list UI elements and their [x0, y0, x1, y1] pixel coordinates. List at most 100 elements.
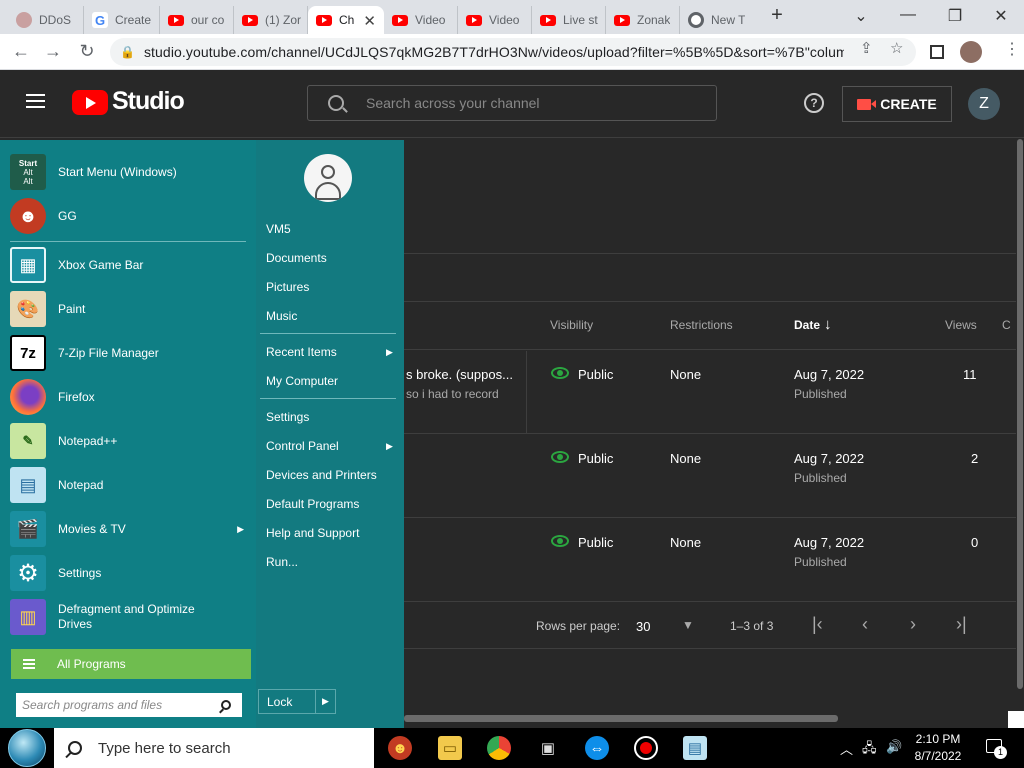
program-settings[interactable]: ⚙ Settings	[10, 551, 250, 595]
user-picture-icon[interactable]	[304, 154, 352, 202]
hamburger-menu-icon[interactable]	[26, 94, 45, 108]
avatar[interactable]: Z	[968, 88, 1000, 120]
gg-smiley-icon[interactable]: ☻	[388, 736, 412, 760]
profile-avatar-icon[interactable]	[960, 41, 982, 63]
program-defragment[interactable]: ▥ Defragment and Optimize Drives	[10, 595, 250, 639]
place-my-computer[interactable]: My Computer	[266, 374, 338, 388]
place-devices-printers[interactable]: Devices and Printers	[266, 468, 377, 482]
column-header-date[interactable]: Date	[794, 318, 820, 332]
vertical-scrollbar[interactable]	[1016, 139, 1024, 729]
program-firefox[interactable]: Firefox	[10, 375, 250, 419]
browser-tab[interactable]: our co	[160, 6, 234, 34]
start-orb-icon[interactable]	[8, 729, 46, 767]
column-header-restrictions[interactable]: Restrictions	[670, 318, 733, 332]
help-icon[interactable]: ?	[804, 93, 824, 113]
visibility-value[interactable]: Public	[578, 367, 613, 382]
channel-search-input[interactable]	[366, 95, 696, 111]
next-page-icon[interactable]: ›	[910, 614, 916, 635]
channel-search-box[interactable]	[307, 85, 717, 121]
chrome-menu-icon[interactable]: ⋮	[1004, 39, 1020, 59]
reload-icon[interactable]: ↻	[76, 41, 98, 62]
notepad-icon[interactable]: ▤	[683, 736, 707, 760]
place-recent-items[interactable]: Recent Items ▶	[266, 345, 393, 359]
side-panel-icon[interactable]	[930, 45, 944, 59]
date-value: Aug 7, 2022	[794, 367, 865, 382]
browser-tab[interactable]: Video	[458, 6, 532, 34]
browser-tab[interactable]: Video	[384, 6, 458, 34]
place-run[interactable]: Run...	[266, 555, 298, 569]
url-field[interactable]: 🔒 studio.youtube.com/channel/UCdJLQS7qkM…	[110, 38, 916, 66]
visibility-value[interactable]: Public	[578, 535, 613, 550]
restrictions-value: None	[670, 451, 702, 466]
browser-tab[interactable]: Zonak	[606, 6, 680, 34]
volume-icon[interactable]: 🔊	[886, 739, 902, 755]
program-gg[interactable]: ☻ GG	[10, 194, 250, 238]
new-tab-button[interactable]: +	[762, 4, 792, 27]
browser-tab[interactable]: Live st	[532, 6, 606, 34]
taskbar-search-input[interactable]	[98, 739, 358, 757]
program-xbox-game-bar[interactable]: ▦ Xbox Game Bar	[10, 243, 250, 287]
place-default-programs[interactable]: Default Programs	[266, 497, 359, 511]
restore-icon[interactable]: ❐	[940, 6, 970, 26]
rows-per-page-select[interactable]: 30	[636, 619, 650, 634]
teamviewer-icon[interactable]: ⇔	[585, 736, 609, 760]
show-hidden-icons-icon[interactable]: ︿	[840, 739, 853, 758]
column-header-comments[interactable]: C	[1002, 318, 1011, 332]
taskbar-search-box[interactable]	[54, 728, 374, 768]
chrome-icon[interactable]	[487, 736, 511, 760]
program-notepad-plus-plus[interactable]: ✎ Notepad++	[10, 419, 250, 463]
browser-tab[interactable]: (1) Zor	[234, 6, 308, 34]
studio-logo-text[interactable]: Studio	[112, 87, 185, 116]
obs-record-icon[interactable]	[634, 736, 658, 760]
first-page-icon[interactable]: |‹	[812, 614, 823, 635]
program-7zip[interactable]: 7z 7-Zip File Manager	[10, 331, 250, 375]
back-arrow-icon[interactable]: ←	[10, 41, 32, 62]
browser-tab[interactable]: G Create	[84, 6, 160, 34]
program-movies-tv[interactable]: 🎬 Movies & TV ▶	[10, 507, 250, 551]
all-programs-button[interactable]: All Programs	[11, 649, 251, 679]
youtube-logo-icon[interactable]	[72, 90, 108, 115]
visibility-value[interactable]: Public	[578, 451, 613, 466]
column-header-visibility[interactable]: Visibility	[550, 318, 593, 332]
column-header-views[interactable]: Views	[945, 318, 977, 332]
last-page-icon[interactable]: ›|	[956, 614, 967, 635]
tab-search-icon[interactable]: ⌄	[846, 6, 876, 26]
shutdown-options-arrow-icon[interactable]: ▶	[315, 690, 335, 713]
program-start-menu[interactable]: Start Alt Alt Start Menu (Windows)	[10, 150, 250, 194]
youtube-favicon-icon	[540, 14, 556, 26]
place-control-panel[interactable]: Control Panel ▶	[266, 439, 393, 453]
create-button[interactable]: CREATE	[842, 86, 952, 122]
lock-icon[interactable]: 🔒	[120, 45, 135, 59]
network-icon[interactable]: 🖧	[862, 739, 877, 761]
virtualbox-icon[interactable]: ▣	[536, 736, 560, 760]
program-notepad[interactable]: ▤ Notepad	[10, 463, 250, 507]
place-vm5[interactable]: VM5	[266, 222, 291, 236]
minimize-icon[interactable]: —	[893, 6, 923, 24]
video-title[interactable]: s broke. (suppos...	[406, 367, 513, 382]
start-search-input[interactable]	[22, 698, 217, 712]
horizontal-scrollbar[interactable]	[404, 715, 838, 722]
forward-arrow-icon[interactable]: →	[42, 41, 64, 62]
close-tab-icon[interactable]: ✕	[363, 12, 376, 30]
browser-tab[interactable]: DDoS	[8, 6, 84, 34]
program-paint[interactable]: 🎨 Paint	[10, 287, 250, 331]
place-music[interactable]: Music	[266, 309, 297, 323]
file-explorer-icon[interactable]: ▭	[438, 736, 462, 760]
place-pictures[interactable]: Pictures	[266, 280, 309, 294]
dropdown-arrow-icon[interactable]: ▼	[682, 618, 694, 632]
scrollbar-thumb[interactable]	[1017, 139, 1023, 689]
search-icon[interactable]	[221, 700, 231, 710]
close-window-icon[interactable]: ✕	[986, 6, 1016, 26]
previous-page-icon[interactable]: ‹	[862, 614, 868, 635]
start-search-box[interactable]	[16, 693, 242, 717]
browser-tab-active[interactable]: Ch ✕	[308, 6, 384, 34]
sort-arrow-icon[interactable]: ↓	[824, 316, 832, 333]
browser-tab[interactable]: New T	[680, 6, 754, 34]
place-settings[interactable]: Settings	[266, 410, 309, 424]
bookmark-star-icon[interactable]: ☆	[890, 39, 903, 57]
system-clock[interactable]: 2:10 PM 8/7/2022	[912, 731, 964, 765]
lock-button[interactable]: Lock ▶	[258, 689, 336, 714]
place-documents[interactable]: Documents	[266, 251, 327, 265]
place-help-support[interactable]: Help and Support	[266, 526, 359, 540]
share-icon[interactable]: ⇪	[860, 39, 873, 57]
